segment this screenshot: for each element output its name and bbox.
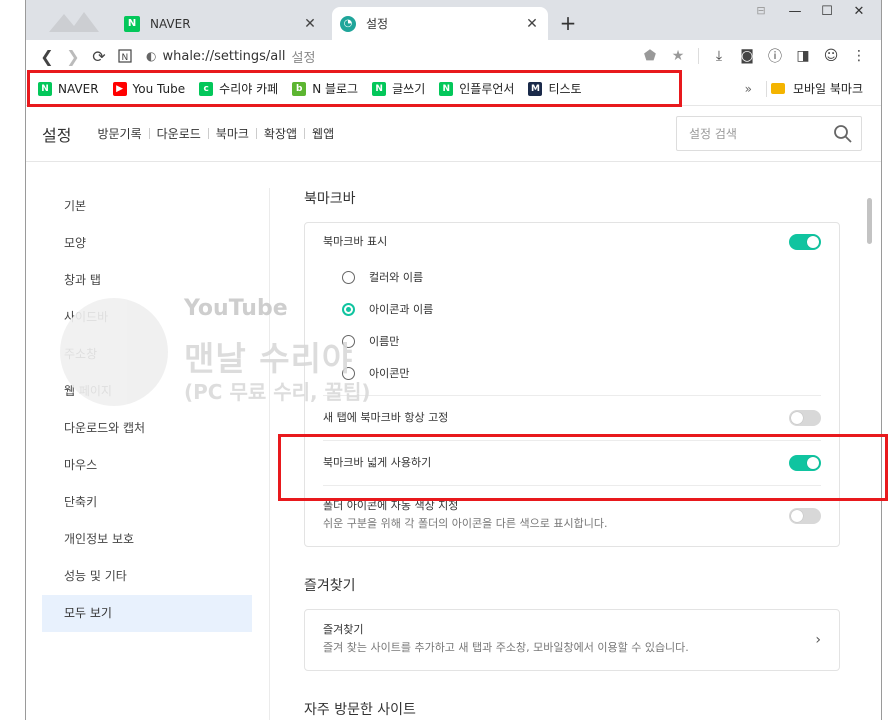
setting-label: 새 탭에 북마크바 항상 고정 (323, 411, 449, 424)
download-icon[interactable]: ⤓ (707, 44, 731, 68)
link-divider (207, 128, 209, 139)
section-title-frequent-sites: 자주 방문한 사이트 (304, 702, 416, 718)
close-window-button[interactable]: ✕ (844, 4, 874, 24)
bookmarks-bar-highlight (27, 70, 682, 107)
link-history[interactable]: 방문기록 (97, 125, 141, 142)
setting-label: 즐겨찾기 (323, 623, 364, 636)
whale-scheme-icon: ◐ (146, 49, 157, 63)
radio-label: 이름만 (369, 335, 400, 348)
star-icon[interactable]: ★ (666, 44, 690, 68)
mobile-bookmarks-link[interactable]: 모바일 북마크 (793, 80, 863, 97)
settings-search[interactable] (676, 116, 862, 151)
settings-nav: 기본 모양 창과 탭 사이드바 주소창 웹 페이지 다운로드와 캡처 마우스 단… (42, 188, 252, 632)
url-text: whale://settings/all (162, 48, 286, 64)
tab-naver[interactable]: N NAVER ✕ (116, 7, 326, 40)
nav-item-windows-tabs[interactable]: 창과 탭 (42, 262, 252, 299)
link-downloads[interactable]: 다운로드 (157, 125, 201, 142)
nav-item-address-bar[interactable]: 주소창 (42, 336, 252, 373)
back-button[interactable]: ❮ (34, 43, 60, 69)
search-input[interactable] (689, 126, 829, 141)
setting-favorites[interactable]: 즐겨찾기 즐겨 찾는 사이트를 추가하고 새 탭과 주소창, 모바일창에서 이용… (305, 610, 839, 670)
forward-button[interactable]: ❯ (60, 43, 86, 69)
link-webapps[interactable]: 웹앱 (312, 125, 334, 142)
radio-button[interactable] (342, 270, 355, 284)
bookmarks-overflow-button[interactable]: » (745, 82, 752, 96)
sidebar-icon[interactable]: ◨ (791, 44, 815, 68)
nav-item-shortcuts[interactable]: 단축키 (42, 484, 252, 521)
profile-icon[interactable]: ☺ (819, 44, 843, 68)
setting-description: 즐겨 찾는 사이트를 추가하고 새 탭과 주소창, 모바일창에서 이용할 수 있… (323, 641, 689, 654)
show-bookmark-bar-toggle[interactable] (789, 234, 821, 250)
nav-item-view-all[interactable]: 모두 보기 (42, 595, 252, 632)
tab-title: NAVER (150, 16, 191, 31)
menu-icon[interactable]: ⋮ (847, 44, 871, 68)
naver-icon: N (124, 15, 140, 32)
radio-button-selected[interactable] (342, 302, 355, 316)
link-bookmarks[interactable]: 북마크 (216, 125, 249, 142)
address-bar[interactable]: ◐ whale://settings/all 설정 (146, 47, 315, 66)
settings-header: 설정 방문기록 다운로드 북마크 확장앱 웹앱 (26, 106, 881, 162)
link-divider (255, 128, 257, 139)
maximize-button[interactable]: ☐ (812, 4, 842, 24)
folder-icon (770, 83, 785, 94)
radio-option-icon-only[interactable]: 아이콘만 (305, 357, 839, 389)
bookmarks-right: » 모바일 북마크 (745, 80, 863, 97)
chevron-right-icon: › (815, 632, 821, 648)
nav-item-downloads-capture[interactable]: 다운로드와 캡처 (42, 410, 252, 447)
radio-label: 아이콘과 이름 (369, 303, 434, 316)
camera-icon[interactable]: ◙ (735, 44, 759, 68)
radio-option-name-only[interactable]: 이름만 (305, 325, 839, 357)
nav-divider (269, 188, 270, 720)
radio-option-icon-name[interactable]: 아이콘과 이름 (305, 293, 839, 325)
radio-button[interactable] (342, 366, 355, 380)
browser-window: N NAVER ✕ ◔ 설정 ✕ + ⊟ — ☐ ✕ ❮ ❯ ⟳ N ◐ wha… (25, 0, 882, 720)
pin-bookmark-bar-toggle[interactable] (789, 410, 821, 426)
search-icon[interactable] (833, 124, 853, 144)
nav-item-privacy[interactable]: 개인정보 보호 (42, 521, 252, 558)
window-overflow-icon[interactable]: ⊟ (746, 4, 776, 24)
radio-option-color-name[interactable]: 컬러와 이름 (305, 261, 839, 293)
whale-icon: ◔ (340, 15, 356, 32)
toolbar-divider (698, 48, 699, 64)
home-icon[interactable]: N (112, 43, 138, 69)
radio-button[interactable] (342, 334, 355, 348)
svg-text:N: N (122, 53, 129, 63)
nav-item-performance[interactable]: 성능 및 기타 (42, 558, 252, 595)
favorites-card[interactable]: 즐겨찾기 즐겨 찾는 사이트를 추가하고 새 탭과 주소창, 모바일창에서 이용… (304, 609, 840, 671)
radio-label: 컬러와 이름 (369, 271, 424, 284)
section-title-bookmark-bar: 북마크바 (304, 191, 356, 207)
tab-settings[interactable]: ◔ 설정 ✕ (332, 7, 548, 40)
nav-item-web-page[interactable]: 웹 페이지 (42, 373, 252, 410)
new-tab-button[interactable]: + (556, 12, 580, 36)
whale-logo-icon (49, 12, 99, 32)
shield-icon[interactable]: ⬟ (638, 44, 662, 68)
nav-item-basic[interactable]: 기본 (42, 188, 252, 225)
link-divider (304, 128, 306, 139)
reload-button[interactable]: ⟳ (86, 43, 112, 69)
address-toolbar: ❮ ❯ ⟳ N ◐ whale://settings/all 설정 ⬟ ★ ⤓ … (26, 40, 881, 72)
folder-color-toggle[interactable] (789, 508, 821, 524)
setting-label: 북마크바 표시 (323, 235, 388, 248)
minimize-button[interactable]: — (780, 4, 810, 24)
page-title: 설정 (42, 125, 72, 145)
tab-title: 설정 (366, 17, 389, 31)
link-divider (148, 128, 150, 139)
close-tab-icon[interactable]: ✕ (522, 16, 542, 32)
radio-label: 아이콘만 (369, 367, 410, 380)
setting-description: 쉬운 구분을 위해 각 폴더의 아이콘을 다른 색으로 표시합니다. (323, 517, 608, 530)
toolbar-icons: ⬟ ★ ⤓ ◙ ⓘ ◨ ☺ ⋮ (638, 44, 871, 68)
wide-setting-highlight (278, 434, 888, 501)
nav-item-mouse[interactable]: 마우스 (42, 447, 252, 484)
link-extensions[interactable]: 확장앱 (264, 125, 297, 142)
section-title-favorites: 즐겨찾기 (304, 578, 356, 594)
nav-item-sidebar[interactable]: 사이드바 (42, 299, 252, 336)
close-tab-icon[interactable]: ✕ (300, 16, 320, 32)
nav-item-appearance[interactable]: 모양 (42, 225, 252, 262)
scrollbar-thumb[interactable] (867, 198, 872, 244)
bookmarks-divider (765, 80, 767, 97)
tab-bar: N NAVER ✕ ◔ 설정 ✕ + ⊟ — ☐ ✕ (26, 0, 881, 40)
setting-show-bookmark-bar: 북마크바 표시 (305, 223, 839, 261)
info-icon[interactable]: ⓘ (763, 44, 787, 68)
page-label: 설정 (291, 50, 316, 66)
